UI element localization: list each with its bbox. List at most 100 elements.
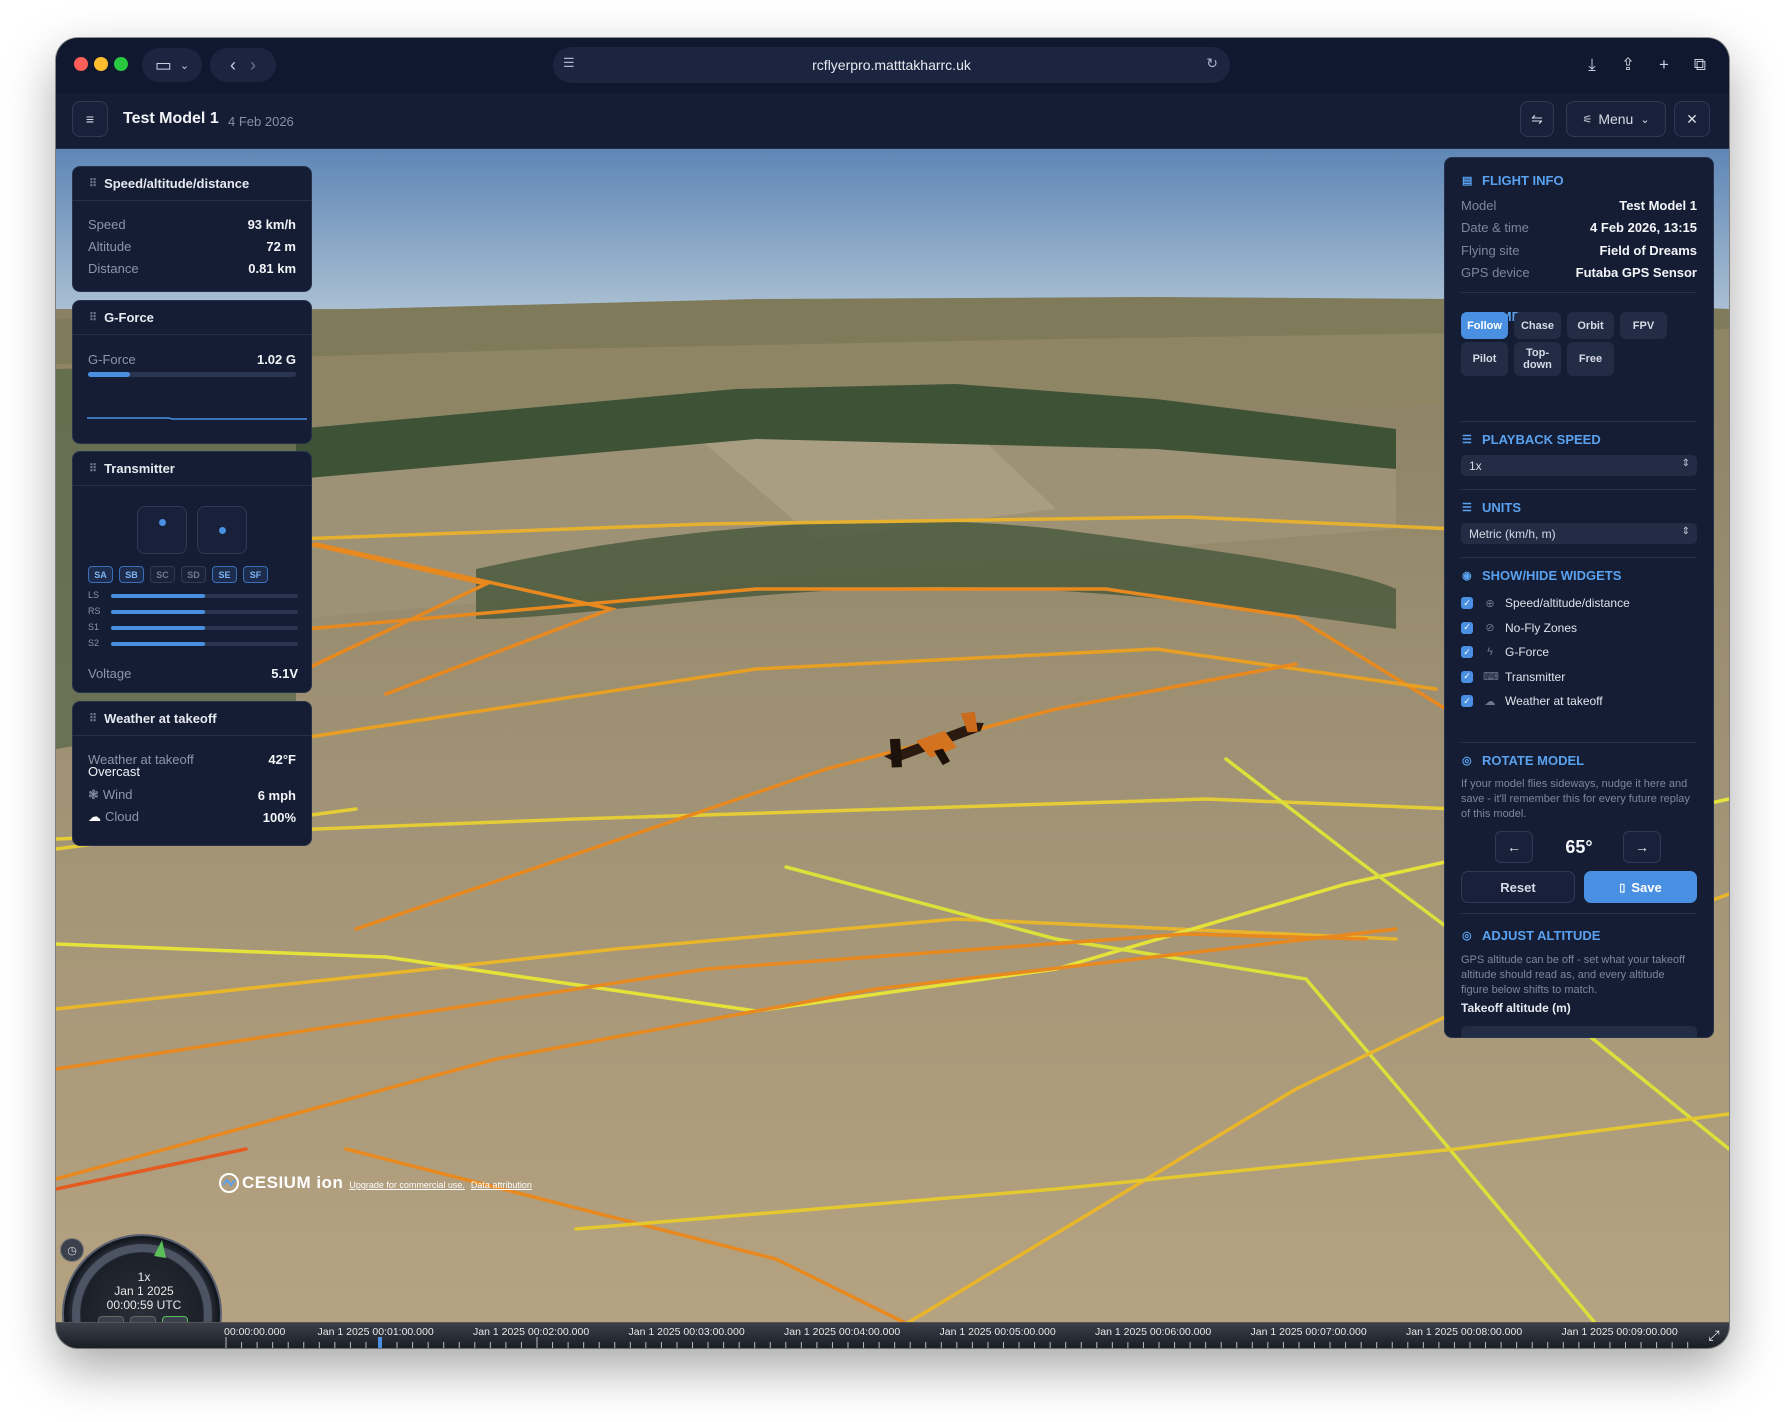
row-value: 0.81 km [248,260,296,276]
fullscreen-icon: ⤢ [1708,1326,1720,1343]
row-value: 93 km/h [247,216,296,232]
drag-handle-icon[interactable]: ⠿ [89,712,97,725]
downloads-icon[interactable]: ⤓ [1579,52,1605,78]
reload-icon[interactable]: ↻ [1206,55,1218,72]
takeoff-altitude-input[interactable] [1461,1026,1697,1037]
right-stick [197,506,247,554]
fullscreen-button[interactable]: ⤢ [1701,1324,1727,1346]
camera-button-free[interactable]: Free [1567,342,1614,376]
divider [1461,489,1697,490]
row-label: Cloud [105,809,139,824]
menu-button[interactable]: ⚟ Menu ⌄ [1566,101,1666,137]
close-button[interactable]: ✕ [1674,101,1710,137]
timeline-playhead[interactable] [378,1337,382,1348]
widget-toggle[interactable]: ✓ ⌨ Transmitter [1461,668,1697,686]
tab-overview-icon[interactable]: ⧉ [1687,52,1713,78]
select-arrows-icon: ⇕ [1681,526,1690,537]
hamburger-menu-button[interactable]: ≡ [72,101,108,137]
toggle-label: Speed/altitude/distance [1505,596,1630,610]
page-title: Test Model 1 [123,110,219,127]
camera-button-topdown[interactable]: Top-down [1514,342,1561,376]
row-label: Speed [88,216,126,232]
timeline[interactable]: 00:00:00.000 Jan 1 2025 00:01:00.000 Jan 1… [56,1322,1729,1348]
share-icon[interactable]: ⇪ [1615,52,1641,78]
widget-header[interactable]: ⠿ Speed/altitude/distance [73,167,311,201]
wind-icon: ❃ [88,787,99,802]
checkbox-checked-icon[interactable]: ✓ [1461,621,1473,634]
drag-handle-icon[interactable]: ⠿ [89,462,97,475]
checkbox-checked-icon[interactable]: ✓ [1461,597,1473,609]
sidebar-toggle-button[interactable]: ▭ ⌄ [142,48,202,82]
clock-icon[interactable]: ◷ [60,1238,84,1262]
address-bar[interactable]: ☰ rcflyerpro.matttakharrc.uk ↻ [553,47,1230,83]
channel-row: S1 [88,622,298,634]
route-button[interactable]: ⇋ [1520,101,1554,137]
compass-icon: ◎ [1462,930,1472,942]
widget-header[interactable]: ⠿ G-Force [73,301,311,335]
camera-button-fpv[interactable]: FPV [1620,312,1667,339]
camera-button-follow[interactable]: Follow [1461,312,1508,339]
divider [1461,742,1697,743]
widget-title: Transmitter [104,461,175,476]
route-icon: ⇋ [1531,110,1543,127]
back-icon[interactable]: ‹ [230,55,236,76]
playback-heading: ☰ PLAYBACK SPEED [1462,432,1601,447]
toggle-label: No-Fly Zones [1505,620,1578,635]
drag-handle-icon[interactable]: ⠿ [89,177,97,190]
camera-button-pilot[interactable]: Pilot [1461,342,1508,376]
widget-header[interactable]: ⠿ Transmitter [73,452,311,486]
sliders-icon: ☰ [1462,502,1472,514]
data-attribution-link[interactable]: Data attribution [471,1180,532,1190]
speed-widget: ⠿ Speed/altitude/distance Speed 93 km/h Al… [72,166,312,292]
drag-handle-icon[interactable]: ⠿ [89,311,97,324]
camera-button-orbit[interactable]: Orbit [1567,312,1614,339]
rotate-left-button[interactable]: ← [1495,831,1533,863]
transmitter-widget: ⠿ Transmitter SA SB SC SD SE SF LS RS S1 S2 Volta… [72,451,312,693]
voltage-row: Voltage 5.1V [73,662,313,684]
widget-toggle[interactable]: ✓ ⊕ Speed/altitude/distance [1461,594,1697,612]
save-button[interactable]: ▯ Save [1584,871,1697,903]
checkbox-checked-icon[interactable]: ✓ [1461,670,1473,683]
widget-toggle[interactable]: ✓ ϟ G-Force [1461,643,1697,661]
reset-button[interactable]: Reset [1461,871,1575,903]
section-title: PLAYBACK SPEED [1482,432,1601,447]
playback-speed-select[interactable]: 1x ⇕ [1461,455,1697,476]
info-label: GPS device [1461,265,1530,280]
widget-header[interactable]: ⠿ Weather at takeoff [73,702,311,736]
select-value: 1x [1469,458,1482,473]
takeoff-altitude-label: Takeoff altitude (m) [1461,1001,1571,1015]
speed-row: Speed 93 km/h [73,213,311,235]
widget-title: G-Force [104,310,154,325]
cloud-icon: ☁ [1484,695,1496,708]
sliders-icon: ⚟ [1582,113,1593,126]
row-value: 42°F [268,751,296,767]
minimize-window-button[interactable] [94,57,108,71]
info-value: Futaba GPS Sensor [1575,265,1697,280]
save-label: Save [1631,879,1662,895]
timeline-tick-marks [225,1337,1689,1348]
history-nav: ‹ › [210,48,276,82]
new-tab-icon[interactable]: + [1651,52,1677,78]
camera-button-chase[interactable]: Chase [1514,312,1561,339]
upgrade-link[interactable]: Upgrade for commercial use. [349,1180,465,1190]
units-select[interactable]: Metric (km/h, m) ⇕ [1461,523,1697,544]
info-row-site: Flying site Field of Dreams [1461,243,1697,258]
channel-bar-fill [111,642,205,646]
right-stick-position [219,527,226,534]
checkbox-checked-icon[interactable]: ✓ [1461,646,1473,658]
zoom-window-button[interactable] [114,57,128,71]
page-settings-icon[interactable]: ☰ [563,55,575,71]
checkbox-checked-icon[interactable]: ✓ [1461,695,1473,707]
rotate-right-button[interactable]: → [1623,831,1661,863]
divider [1461,292,1697,293]
chevron-down-icon: ⌄ [1640,113,1650,126]
arrow-left-icon: ← [1507,839,1521,855]
info-label: Model [1461,198,1497,213]
widget-toggle[interactable]: ✓ ⊘ No-Fly Zones [1461,619,1697,637]
forward-icon[interactable]: › [250,55,256,76]
browser-toolbar: ▭ ⌄ ‹ › ☰ rcflyerpro.matttakharrc.uk ↻ ⤓ ⇪… [56,38,1729,93]
widget-toggle[interactable]: ✓ ☁ Weather at takeoff [1461,692,1697,710]
channel-row: S2 [88,638,298,650]
toggle-label: Weather at takeoff [1505,694,1603,708]
close-window-button[interactable] [74,57,88,71]
